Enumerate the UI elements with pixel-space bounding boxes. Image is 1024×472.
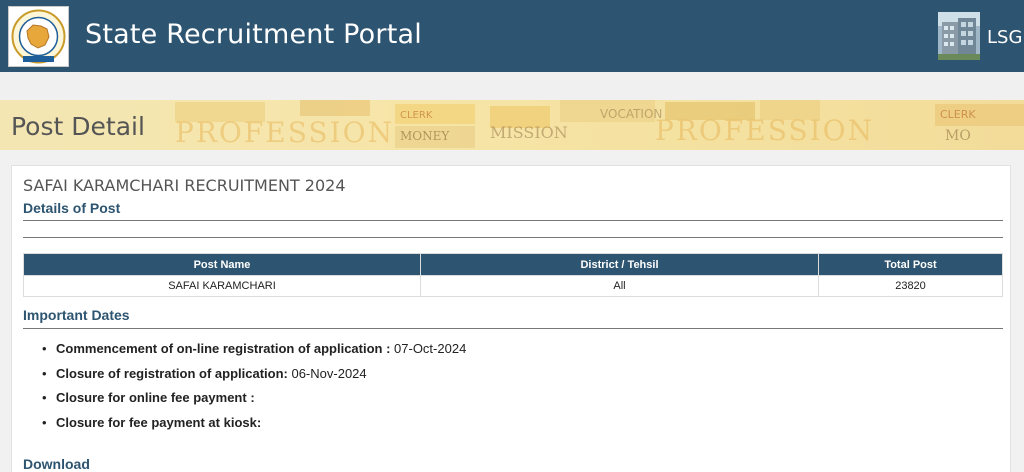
download-heading: Download [23,456,90,472]
date-label: Closure for online fee payment : [56,390,255,405]
svg-text:PROFESSION: PROFESSION [175,116,394,149]
post-detail-card: SAFAI KARAMCHARI RECRUITMENT 2024 Detail… [11,165,1011,472]
svg-text:CLERK: CLERK [400,110,433,121]
list-item: • Closure of registration of application… [36,366,466,391]
dept-label[interactable]: LSG [987,27,1022,48]
divider [23,220,1003,221]
important-dates-heading: Important Dates [23,307,130,323]
column-header-total-post: Total Post [818,253,1003,276]
header-bar: State Recruitment Portal LSG [0,0,1024,72]
date-label: Commencement of on-line registration of … [56,341,391,356]
important-dates-list: • Commencement of on-line registration o… [36,341,466,439]
date-value: 07-Oct-2024 [390,341,467,356]
bullet-icon: • [42,414,47,430]
svg-text:MISSION: MISSION [490,123,568,142]
svg-text:CLERK: CLERK [940,108,976,121]
banner-background-pattern: PROFESSION PROFESSION CLERK MONEY MISSIO… [175,100,1024,149]
svg-text:PROFESSION: PROFESSION [655,114,874,147]
date-label: Closure of registration of application: [56,365,288,381]
cell-district: All [420,275,819,297]
details-of-post-heading: Details of Post [23,200,121,216]
column-header-post-name: Post Name [23,253,421,276]
page-title: Post Detail [11,112,145,141]
svg-text:VOCATION: VOCATION [600,107,662,121]
state-emblem-logo[interactable] [8,6,69,67]
date-value: 06-Nov-2024 [287,365,367,381]
bullet-icon: • [42,390,47,405]
date-label: Closure for fee payment at kiosk: [56,414,262,430]
cell-post-name: SAFAI KARAMCHARI [23,275,421,297]
recruitment-title: SAFAI KARAMCHARI RECRUITMENT 2024 [23,176,346,195]
post-details-table: Post Name District / Tehsil Total Post S… [23,253,1003,297]
divider [23,237,1003,238]
column-header-district: District / Tehsil [420,253,819,276]
list-item: • Closure for online fee payment : [36,390,466,415]
svg-text:MONEY: MONEY [400,129,450,143]
table-row: SAFAI KARAMCHARI All 23820 [23,275,1003,297]
svg-text:MO: MO [945,128,971,144]
page-banner: PROFESSION PROFESSION CLERK MONEY MISSIO… [0,100,1024,150]
bullet-icon: • [42,365,47,381]
table-header-row: Post Name District / Tehsil Total Post [23,253,1003,276]
header-spacer [0,72,1024,100]
divider [23,328,1003,329]
list-item: • Commencement of on-line registration o… [36,341,466,366]
bullet-icon: • [42,341,47,356]
building-photo-icon[interactable] [938,12,980,60]
portal-title: State Recruitment Portal [85,19,422,50]
list-item: • Closure for fee payment at kiosk: [36,415,466,440]
cell-total-post: 23820 [818,275,1003,297]
